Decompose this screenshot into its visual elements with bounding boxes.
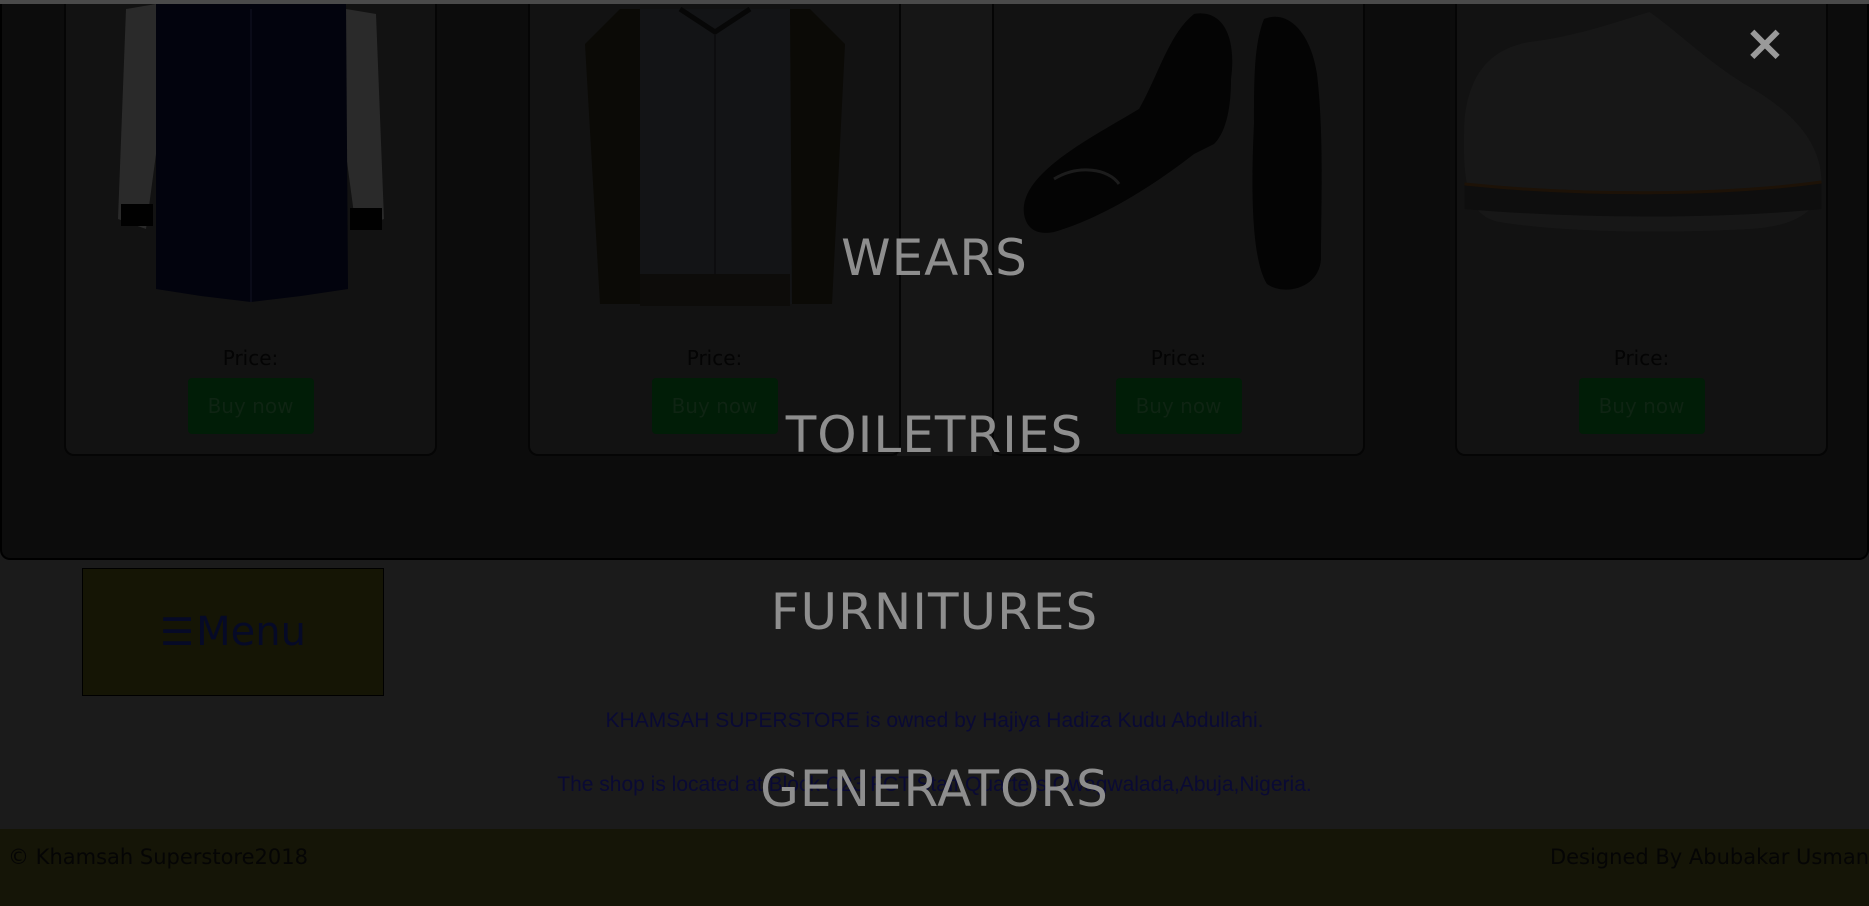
nav-link-wears[interactable]: WEARS (0, 233, 1869, 283)
overlay-navigation: × WEARS TOILETRIES FURNITURES GENERATORS (0, 0, 1869, 906)
nav-link-furnitures[interactable]: FURNITURES (0, 587, 1869, 637)
close-icon[interactable]: × (1742, 18, 1788, 68)
nav-link-generators[interactable]: GENERATORS (0, 764, 1869, 814)
nav-link-toiletries[interactable]: TOILETRIES (0, 410, 1869, 460)
